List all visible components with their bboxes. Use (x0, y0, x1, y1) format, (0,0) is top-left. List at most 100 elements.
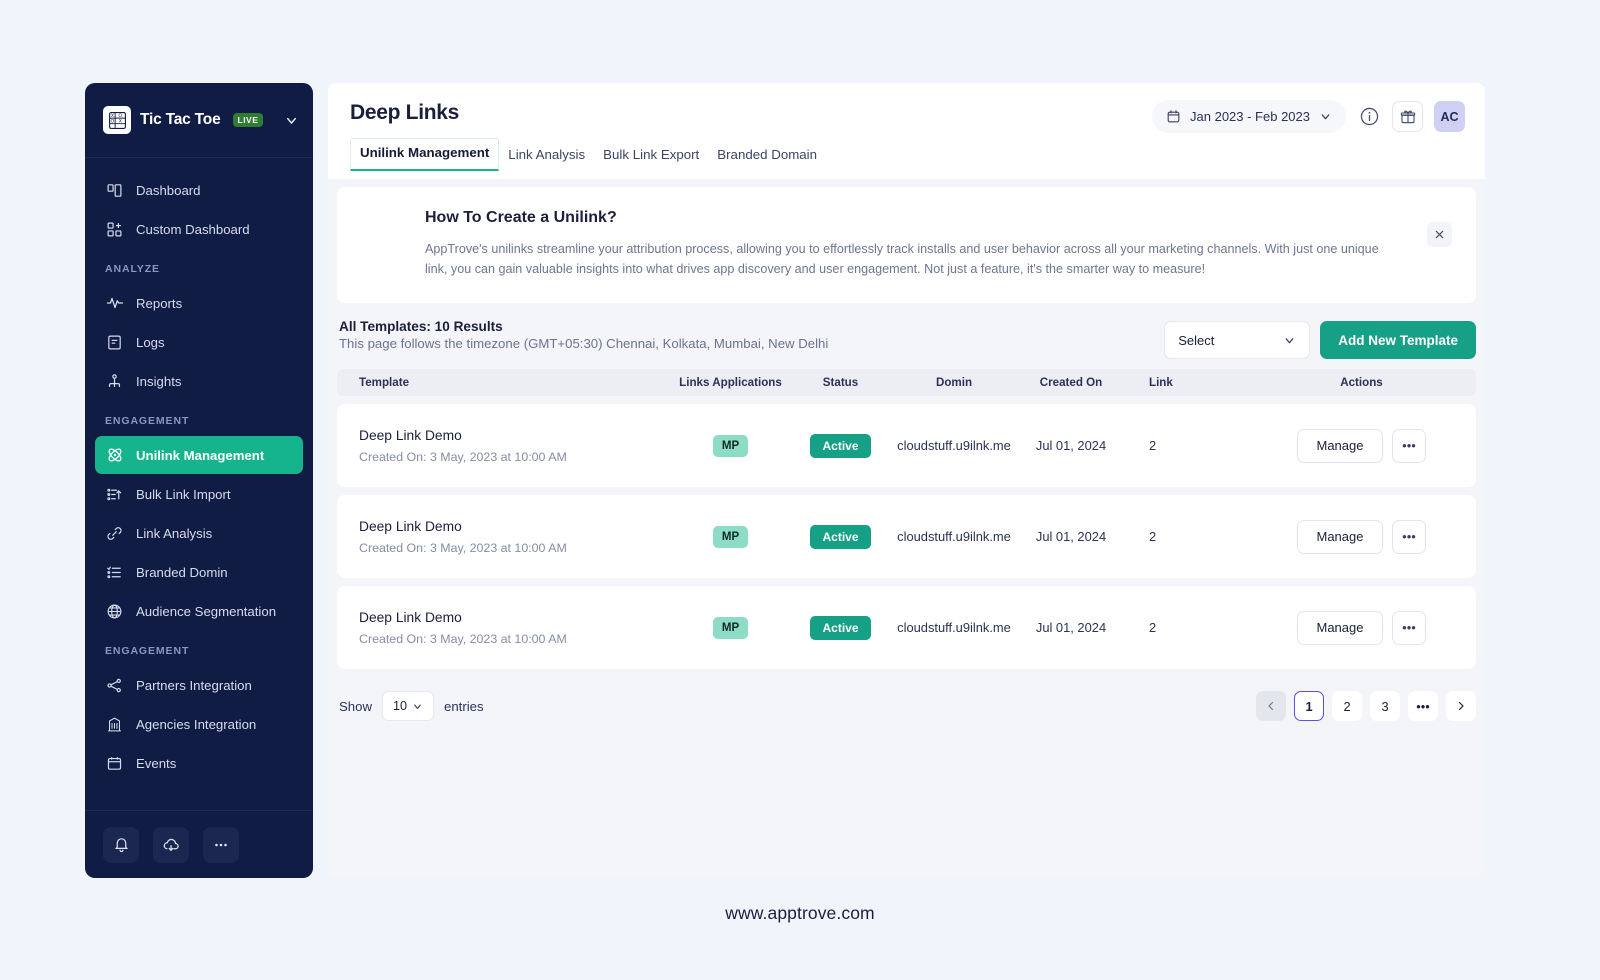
sidebar-item-insights[interactable]: Insights (95, 362, 303, 400)
manage-button[interactable]: Manage (1297, 519, 1383, 554)
links-applications-chip: MP (712, 434, 749, 457)
template-created-sub: Created On: 3 May, 2023 at 10:00 AM (359, 631, 567, 646)
next-page-button[interactable] (1446, 691, 1476, 722)
table-row[interactable]: Deep Link Demo Created On: 3 May, 2023 a… (337, 495, 1476, 579)
sidebar-item-custom-dashboard[interactable]: Custom Dashboard (95, 210, 303, 248)
svg-text:O: O (118, 112, 122, 118)
manage-button[interactable]: Manage (1297, 428, 1383, 463)
sidebar-item-reports[interactable]: Reports (95, 284, 303, 322)
prev-page-button[interactable] (1256, 691, 1286, 722)
results-count: All Templates: 10 Results (339, 319, 503, 335)
row-more-button[interactable]: ••• (1392, 428, 1426, 463)
close-icon (1434, 229, 1445, 240)
date-range-picker[interactable]: Jan 2023 - Feb 2023 (1152, 100, 1346, 133)
footer-url: www.apptrove.com (725, 903, 875, 923)
sidebar-item-partners-integration[interactable]: Partners Integration (95, 666, 303, 704)
manage-button[interactable]: Manage (1297, 610, 1383, 645)
brand-switcher[interactable]: X O O X Tic Tac Toe LIVE (85, 83, 313, 158)
sidebar-item-unilink-management[interactable]: Unilink Management (95, 436, 303, 474)
sidebar-item-branded-domin[interactable]: Branded Domin (95, 553, 303, 591)
sidebar-item-link-analysis[interactable]: Link Analysis (95, 514, 303, 552)
page-ellipsis-button[interactable]: ••• (1408, 691, 1438, 722)
row-actions: Manage ••• (1247, 428, 1476, 463)
row-more-button[interactable]: ••• (1392, 519, 1426, 554)
link-icon (105, 524, 124, 543)
sidebar-more-button[interactable] (203, 826, 239, 863)
sidebar-item-agencies-integration[interactable]: Agencies Integration (95, 705, 303, 743)
sidebar-item-dashboard[interactable]: Dashboard (95, 171, 303, 209)
column-header-domin: Domin (935, 376, 973, 390)
custom-dashboard-icon (105, 220, 124, 239)
page-button-3[interactable]: 3 (1370, 691, 1400, 722)
template-name: Deep Link Demo (359, 518, 462, 534)
app-root: X O O X Tic Tac Toe LIVE Dashboard Custo… (0, 0, 1600, 980)
info-button[interactable] (1357, 105, 1381, 129)
sidebar-item-label: Bulk Link Import (136, 486, 231, 502)
page-button-1[interactable]: 1 (1294, 691, 1324, 722)
table-toolbar: All Templates: 10 Results This page foll… (328, 303, 1485, 369)
pulse-icon (105, 294, 124, 313)
sidebar-item-label: Insights (136, 373, 182, 389)
sidebar-item-audience-segmentation[interactable]: Audience Segmentation (95, 592, 303, 630)
page-size-select[interactable]: 10 (382, 691, 434, 722)
row-more-button[interactable]: ••• (1392, 610, 1426, 645)
sidebar-item-label: Partners Integration (136, 677, 252, 693)
banner-close-button[interactable] (1427, 222, 1452, 247)
date-range-value: Jan 2023 - Feb 2023 (1190, 109, 1310, 124)
page-size-value: 10 (392, 699, 407, 714)
entries-label: entries (444, 698, 484, 714)
filter-select[interactable]: Select (1164, 321, 1311, 360)
table-row[interactable]: Deep Link Demo Created On: 3 May, 2023 a… (337, 404, 1476, 488)
timezone-note: This page follows the timezone (GMT+05:3… (339, 336, 829, 352)
page-button-2[interactable]: 2 (1332, 691, 1362, 722)
insights-icon (105, 372, 124, 391)
info-circle-icon (1359, 106, 1380, 127)
tab-bar: Unilink Management Link Analysis Bulk Li… (350, 138, 1461, 171)
main-content: Deep Links Unilink Management Link Analy… (328, 83, 1485, 878)
sidebar-item-bulk-link-import[interactable]: Bulk Link Import (95, 475, 303, 513)
tab-link-analysis[interactable]: Link Analysis (499, 141, 594, 171)
tab-unilink-management[interactable]: Unilink Management (350, 138, 500, 171)
notifications-button[interactable] (103, 826, 139, 863)
gift-button[interactable] (1392, 101, 1423, 132)
page-nav: 1 2 3 ••• (1256, 691, 1476, 722)
logs-icon (105, 333, 124, 352)
status-badge: Active (810, 615, 871, 640)
pagination: Show 10 entries 1 2 3 ••• (328, 669, 1485, 722)
sidebar-item-label: Branded Domin (136, 564, 228, 580)
table-header-row: Template Links Applications Status Domin… (337, 369, 1476, 397)
svg-text:O: O (110, 118, 114, 124)
dashboard-icon (105, 181, 124, 200)
template-name: Deep Link Demo (359, 427, 462, 443)
avatar[interactable]: AC (1434, 101, 1465, 132)
banner-title: How To Create a Unilink? (425, 209, 617, 226)
sidebar-item-label: Link Analysis (136, 525, 213, 541)
tab-bulk-link-export[interactable]: Bulk Link Export (594, 141, 708, 171)
column-header-created-on: Created On (1039, 376, 1103, 390)
sidebar-item-events[interactable]: Events (95, 744, 303, 782)
sidebar-item-label: Audience Segmentation (136, 603, 277, 619)
template-created-sub: Created On: 3 May, 2023 at 10:00 AM (359, 449, 567, 464)
table-row[interactable]: Deep Link Demo Created On: 3 May, 2023 a… (337, 586, 1476, 670)
sidebar-section-engagement-1: ENGAGEMENT (105, 415, 190, 427)
sidebar-nav: Dashboard Custom Dashboard ANALYZE Repor… (85, 158, 313, 810)
template-created-sub: Created On: 3 May, 2023 at 10:00 AM (359, 540, 567, 555)
column-header-template: Template (359, 376, 410, 390)
chevron-down-icon[interactable] (284, 113, 299, 128)
domain-value: cloudstuff.u9ilnk.me (897, 620, 1011, 636)
results-summary: All Templates: 10 Results This page foll… (337, 319, 1164, 351)
unilink-icon (105, 446, 124, 465)
cloud-download-button[interactable] (153, 826, 189, 863)
created-on-value: Jul 01, 2024 (1035, 529, 1107, 545)
chevron-right-icon (1455, 700, 1467, 712)
tic-tac-toe-logo-icon: X O O X (103, 106, 131, 134)
row-actions: Manage ••• (1247, 519, 1476, 554)
topbar: Deep Links Unilink Management Link Analy… (328, 83, 1485, 179)
links-applications-chip: MP (712, 616, 749, 639)
sidebar-item-label: Dashboard (136, 182, 201, 198)
sidebar-item-logs[interactable]: Logs (95, 323, 303, 361)
add-new-template-button[interactable]: Add New Template (1320, 321, 1476, 360)
sidebar: X O O X Tic Tac Toe LIVE Dashboard Custo… (85, 83, 313, 878)
column-header-link: Link (1149, 376, 1173, 390)
tab-branded-domain[interactable]: Branded Domain (708, 141, 826, 171)
